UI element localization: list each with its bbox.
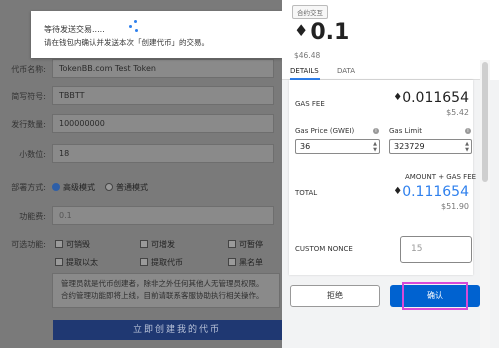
transaction-header: 合约交互 ♦0.1 $46.48 xyxy=(282,0,480,60)
option-label: 黑名单 xyxy=(239,258,263,267)
tab-details[interactable]: DETAILS xyxy=(290,67,319,75)
form-label: 发行数量: xyxy=(11,120,46,129)
gas-limit-value: 323729 xyxy=(394,142,425,151)
radio-icon xyxy=(105,183,113,191)
ethereum-icon: ♦ xyxy=(393,92,403,103)
amount-value: 0.1 xyxy=(310,20,350,45)
info-icon[interactable]: i xyxy=(465,128,471,134)
token-decimals-field[interactable]: 18 xyxy=(52,144,274,163)
option-label: 提取代币 xyxy=(151,258,183,267)
note-line: 合约管理功能即将上线，目前请联系客服协助执行相关操作。 xyxy=(61,291,264,300)
transaction-amount: ♦0.1 xyxy=(294,20,349,45)
custom-nonce-label: CUSTOM NONCE xyxy=(295,245,353,253)
token-name-field[interactable]: TokenBB.com Test Token xyxy=(52,59,274,78)
feature-withdraw-eth[interactable]: 提取以太 xyxy=(55,257,98,268)
note-line: 管理员就是代币创建者，除非之外任何其他人无管理员权限。 xyxy=(61,279,264,288)
info-icon[interactable]: i xyxy=(373,128,379,134)
feature-pausable[interactable]: 可暂停 xyxy=(228,239,263,250)
feature-mintable[interactable]: 可增发 xyxy=(140,239,175,250)
form-row-deploy: 部署方式: 高级模式 普通模式 xyxy=(0,177,282,197)
gas-limit-input[interactable]: 323729 ▲ ▼ xyxy=(389,139,472,154)
waiting-notification: 等待发送交易..... 请在钱包内确认并发送本次「创建代币」的交易。 xyxy=(31,11,282,58)
form-row-features-2: 提取以太 提取代币 黑名单 xyxy=(0,252,282,272)
form-row-features: 可选功能: 可销毁 可增发 可暂停 xyxy=(0,234,282,254)
total-value: ♦0.111654 xyxy=(393,184,469,200)
detail-tabs: DETAILS DATA xyxy=(282,62,480,80)
ethereum-icon: ♦ xyxy=(393,186,403,197)
notification-message: 请在钱包内确认并发送本次「创建代币」的交易。 xyxy=(44,38,209,47)
tab-data[interactable]: DATA xyxy=(337,67,355,75)
option-label: 可暂停 xyxy=(239,240,263,249)
form-label: 可选功能: xyxy=(11,240,46,249)
form-label: 部署方式: xyxy=(11,183,46,192)
deploy-option-advanced[interactable]: 高级模式 xyxy=(52,182,95,193)
deploy-option-normal[interactable]: 普通模式 xyxy=(105,182,148,193)
option-label: 高级模式 xyxy=(63,183,95,192)
checkbox-icon xyxy=(55,240,63,248)
form-label: 功能费: xyxy=(19,212,46,221)
total-amount: 0.111654 xyxy=(402,184,469,200)
form-row-fee: 功能费: 0.1 xyxy=(0,206,282,226)
gas-limit-label: Gas Limit xyxy=(389,127,422,135)
form-label: 代币名称: xyxy=(11,65,46,74)
gas-price-label: Gas Price (GWEI) xyxy=(295,127,355,135)
contract-interaction-badge: 合约交互 xyxy=(292,5,328,19)
gas-fee-value: ♦0.011654 xyxy=(393,90,469,106)
gas-price-value: 36 xyxy=(300,142,311,151)
form-row-symbol: 简写符号: TBBTT xyxy=(0,86,282,106)
admin-note: 管理员就是代币创建者，除非之外任何其他人无管理员权限。 合约管理功能即将上线，目… xyxy=(52,273,280,308)
custom-nonce-input[interactable]: 15 xyxy=(400,236,472,263)
feature-burnable[interactable]: 可销毁 xyxy=(55,239,90,250)
fee-field: 0.1 xyxy=(52,206,274,225)
feature-withdraw-token[interactable]: 提取代币 xyxy=(140,257,183,268)
token-supply-field[interactable]: 100000000 xyxy=(52,114,274,133)
stepper-icon[interactable]: ▲ ▼ xyxy=(373,141,377,153)
form-label: 简写符号: xyxy=(11,92,46,101)
checkbox-icon xyxy=(228,240,236,248)
scrollbar-thumb[interactable] xyxy=(482,62,488,182)
gas-price-input[interactable]: 36 ▲ ▼ xyxy=(295,139,380,154)
stepper-icon[interactable]: ▲ ▼ xyxy=(465,141,469,153)
create-token-button[interactable]: 立即创建我的代币 xyxy=(53,320,301,340)
form-row-decimals: 小数位: 18 xyxy=(0,144,282,164)
notification-title: 等待发送交易..... xyxy=(44,25,105,34)
token-symbol-field[interactable]: TBBTT xyxy=(52,86,274,105)
feature-blacklist[interactable]: 黑名单 xyxy=(228,257,263,268)
loading-spinner-icon xyxy=(129,20,141,34)
checkbox-icon xyxy=(140,258,148,266)
option-label: 可增发 xyxy=(151,240,175,249)
checkbox-icon xyxy=(55,258,63,266)
option-label: 提取以太 xyxy=(66,258,98,267)
confirm-highlight-box xyxy=(402,282,468,310)
gas-fee-amount: 0.011654 xyxy=(402,90,469,106)
option-label: 可销毁 xyxy=(66,240,90,249)
option-label: 普通模式 xyxy=(116,183,148,192)
total-usd: $51.90 xyxy=(441,202,469,211)
form-row-supply: 发行数量: 100000000 xyxy=(0,114,282,134)
checkbox-icon xyxy=(228,258,236,266)
form-label: 小数位: xyxy=(19,150,46,159)
total-label: TOTAL xyxy=(295,189,318,197)
amount-plus-gas-label: AMOUNT + GAS FEE xyxy=(405,173,477,181)
checkbox-icon xyxy=(140,240,148,248)
radio-icon xyxy=(52,183,60,191)
gas-fee-usd: $5.42 xyxy=(446,108,469,117)
gas-fee-label: GAS FEE xyxy=(295,100,325,108)
reject-button[interactable]: 拒绝 xyxy=(290,285,380,307)
form-row-name: 代币名称: TokenBB.com Test Token xyxy=(0,59,282,79)
amount-usd: $46.48 xyxy=(294,51,321,60)
ethereum-icon: ♦ xyxy=(294,21,309,40)
